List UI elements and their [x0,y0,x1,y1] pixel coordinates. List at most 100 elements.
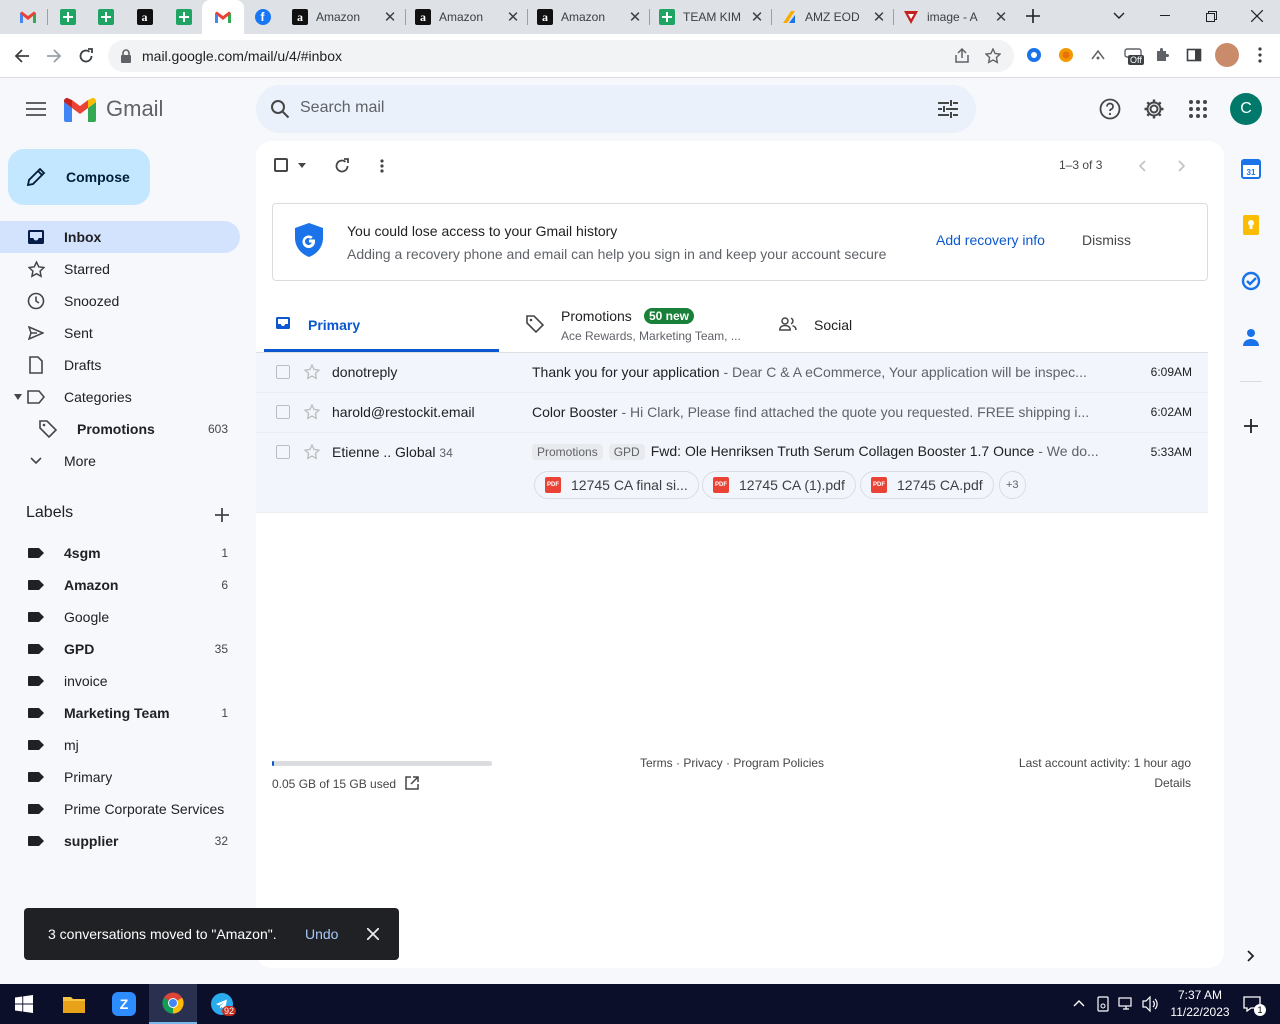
refresh-button[interactable] [332,156,352,176]
tab-image[interactable]: image - A ✕ [893,0,1016,34]
label-chip[interactable]: GPD [608,444,645,460]
sidebar-item-sent[interactable]: Sent [0,317,240,349]
zoom-app-button[interactable]: Z [100,984,148,1024]
tasks-app-button[interactable] [1240,270,1262,292]
tab-gmail-1[interactable] [8,0,47,34]
older-button[interactable] [1172,156,1192,176]
tab-facebook[interactable]: f [243,0,282,34]
attachment-chip[interactable]: PDF 12745 CA.pdf [860,471,994,499]
label-item[interactable]: invoice [0,665,240,697]
label-item[interactable]: mj [0,729,240,761]
dismiss-button[interactable]: Dismiss [1082,232,1131,248]
sidebar-item-starred[interactable]: Starred [0,253,240,285]
close-tab-icon[interactable]: ✕ [381,8,399,26]
attachment-chip[interactable]: PDF 12745 CA final si... [534,471,699,499]
close-tab-icon[interactable]: ✕ [504,8,522,26]
open-external-icon[interactable] [405,776,419,790]
add-recovery-info-button[interactable]: Add recovery info [936,232,1045,248]
star-outline-icon[interactable] [304,404,320,420]
profile-avatar[interactable] [1215,43,1239,67]
star-outline-icon[interactable] [304,444,320,460]
extension-1-icon[interactable] [1024,45,1044,65]
tab-social[interactable]: Social [771,294,1006,352]
contacts-app-button[interactable] [1240,326,1262,348]
tab-sheets-1[interactable] [48,0,87,34]
clock-date[interactable]: 11/22/2023 [1164,1005,1236,1019]
tab-gmail-active[interactable] [202,0,244,34]
star-outline-icon[interactable] [304,364,320,380]
device-icon[interactable] [1096,996,1110,1012]
sidebar-item-promotions[interactable]: Promotions 603 [0,413,240,445]
close-tab-icon[interactable]: ✕ [748,8,766,26]
email-row[interactable]: harold@restockit.email Color Booster - H… [256,393,1208,433]
newer-button[interactable] [1132,156,1152,176]
sidebar-item-snoozed[interactable]: Snoozed [0,285,240,317]
tab-sheets-2[interactable] [86,0,125,34]
undo-button[interactable]: Undo [305,926,338,942]
tab-amazon-4[interactable]: a Amazon ✕ [527,0,650,34]
search-input[interactable]: Search mail [300,99,384,117]
calendar-app-button[interactable]: 31 [1240,158,1262,180]
label-chip[interactable]: Promotions [532,444,603,460]
footer-links[interactable]: Terms · Privacy · Program Policies [640,756,824,770]
more-actions-button[interactable] [372,156,392,176]
label-item[interactable]: 4sgm 1 [0,537,240,569]
browser-menu-button[interactable] [1250,45,1270,65]
sidebar-item-drafts[interactable]: Drafts [0,349,240,381]
forward-button[interactable] [38,40,70,72]
account-avatar[interactable]: C [1230,93,1262,125]
attachment-chip[interactable]: PDF 12745 CA (1).pdf [702,471,856,499]
volume-icon[interactable] [1142,996,1160,1012]
show-side-panel-button[interactable] [1240,945,1262,967]
close-tab-icon[interactable]: ✕ [626,8,644,26]
tab-amazon-3[interactable]: a Amazon ✕ [405,0,528,34]
close-icon[interactable] [367,928,379,940]
notification-center-button[interactable]: 1 [1232,984,1272,1024]
tab-sheets-3[interactable] [164,0,203,34]
extensions-button[interactable] [1152,45,1172,65]
label-item[interactable]: Amazon 6 [0,569,240,601]
label-item[interactable]: GPD 35 [0,633,240,665]
main-menu-button[interactable] [22,97,50,121]
tab-promotions[interactable]: Promotions 50 new Ace Rewards, Marketing… [518,294,753,352]
chrome-app-button[interactable] [149,984,197,1024]
file-explorer-button[interactable] [50,984,98,1024]
label-item[interactable]: Marketing Team 1 [0,697,240,729]
label-item[interactable]: Google [0,601,240,633]
close-window-button[interactable] [1234,0,1280,32]
restore-button[interactable] [1188,0,1234,32]
side-panel-button[interactable] [1184,45,1204,65]
create-label-button[interactable] [212,505,232,525]
address-bar[interactable]: mail.google.com/mail/u/4/#inbox [108,40,1014,72]
keep-app-button[interactable] [1240,214,1262,236]
sidebar-item-categories[interactable]: Categories [0,381,240,413]
close-tab-icon[interactable]: ✕ [992,8,1010,26]
tab-amazon-2[interactable]: a Amazon ✕ [282,0,405,34]
new-tab-button[interactable] [1010,0,1056,32]
tab-amz-eod[interactable]: AMZ EOD ✕ [771,0,894,34]
extension-4-icon[interactable]: Off [1122,45,1144,65]
select-all-checkbox[interactable] [274,158,288,172]
extension-3-icon[interactable] [1088,45,1108,65]
telegram-app-button[interactable]: 92 [198,984,246,1024]
sidebar-item-more[interactable]: More [0,445,240,477]
row-checkbox[interactable] [276,405,290,419]
row-checkbox[interactable] [276,445,290,459]
support-button[interactable] [1098,97,1122,121]
minimize-button[interactable] [1142,0,1188,32]
network-icon[interactable] [1118,996,1136,1012]
compose-button[interactable]: Compose [8,149,150,205]
label-item[interactable]: Primary [0,761,240,793]
close-tab-icon[interactable]: ✕ [870,8,888,26]
tab-search-button[interactable] [1096,0,1142,32]
label-item[interactable]: supplier 32 [0,825,240,857]
clock-time[interactable]: 7:37 AM [1172,988,1228,1002]
search-bar[interactable]: Search mail [256,85,976,133]
label-item[interactable]: Prime Corporate Services [0,793,240,825]
row-checkbox[interactable] [276,365,290,379]
extension-2-icon[interactable] [1056,45,1076,65]
reload-button[interactable] [70,40,102,72]
sidebar-item-inbox[interactable]: Inbox [0,221,240,253]
start-button[interactable] [0,984,48,1024]
tab-amazon-1[interactable]: a [125,0,164,34]
